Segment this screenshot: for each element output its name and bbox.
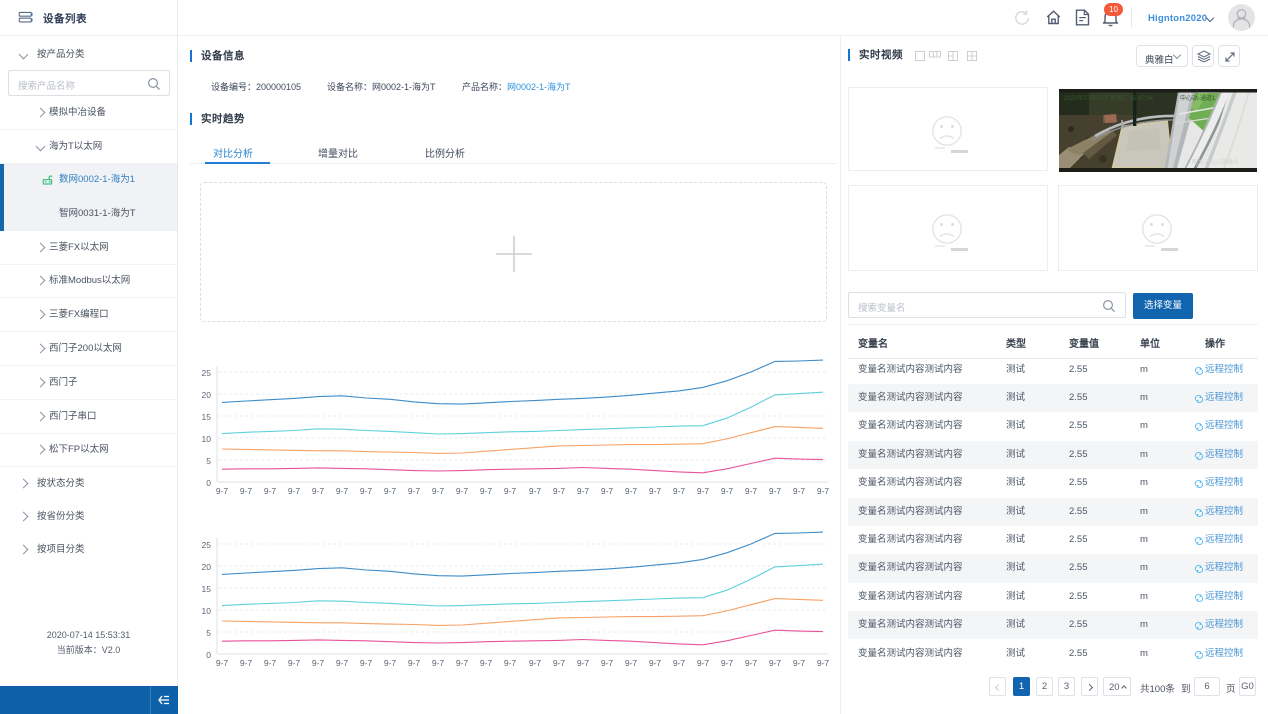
svg-text:9-7: 9-7 [408, 658, 421, 668]
svg-text:9-7: 9-7 [577, 658, 590, 668]
svg-text:9-7: 9-7 [216, 658, 229, 668]
svg-text:9-7: 9-7 [432, 658, 445, 668]
svg-text:20: 20 [202, 562, 212, 572]
svg-text:9-7: 9-7 [504, 658, 517, 668]
svg-text:2020年07月11日 星期二 15:47:34: 2020年07月11日 星期二 15:47:34 [1064, 94, 1154, 102]
svg-text:9-7: 9-7 [793, 658, 806, 668]
svg-text:25: 25 [202, 540, 212, 550]
svg-text:9-7: 9-7 [745, 658, 758, 668]
svg-text:9-7: 9-7 [360, 658, 373, 668]
svg-text:9-7: 9-7 [553, 658, 566, 668]
svg-text:9-7: 9-7 [673, 658, 686, 668]
svg-text:9-7: 9-7 [456, 658, 469, 668]
svg-text:9-7: 9-7 [649, 658, 662, 668]
svg-text:0: 0 [206, 650, 211, 660]
svg-text:9-7: 9-7 [721, 658, 734, 668]
svg-text:9-7: 9-7 [384, 658, 397, 668]
svg-text:9-7: 9-7 [240, 658, 253, 668]
svg-text:9-7: 9-7 [480, 658, 493, 668]
svg-text:9-7: 9-7 [817, 658, 830, 668]
svg-text:9-7: 9-7 [336, 658, 349, 668]
svg-text:网关JT1(1)摄像头: 网关JT1(1)摄像头 [1192, 158, 1239, 166]
svg-text:9-7: 9-7 [529, 658, 542, 668]
svg-text:15: 15 [202, 584, 212, 594]
svg-text:9-7: 9-7 [288, 658, 301, 668]
svg-text:9-7: 9-7 [601, 658, 614, 668]
svg-text:9-7: 9-7 [312, 658, 325, 668]
svg-text:9-7: 9-7 [769, 658, 782, 668]
svg-text:10: 10 [202, 606, 212, 616]
svg-text:中心站-通道1: 中心站-通道1 [1180, 94, 1216, 102]
svg-text:9-7: 9-7 [625, 658, 638, 668]
svg-text:9-7: 9-7 [264, 658, 277, 668]
svg-text:9-7: 9-7 [697, 658, 710, 668]
svg-text:5: 5 [206, 628, 211, 638]
